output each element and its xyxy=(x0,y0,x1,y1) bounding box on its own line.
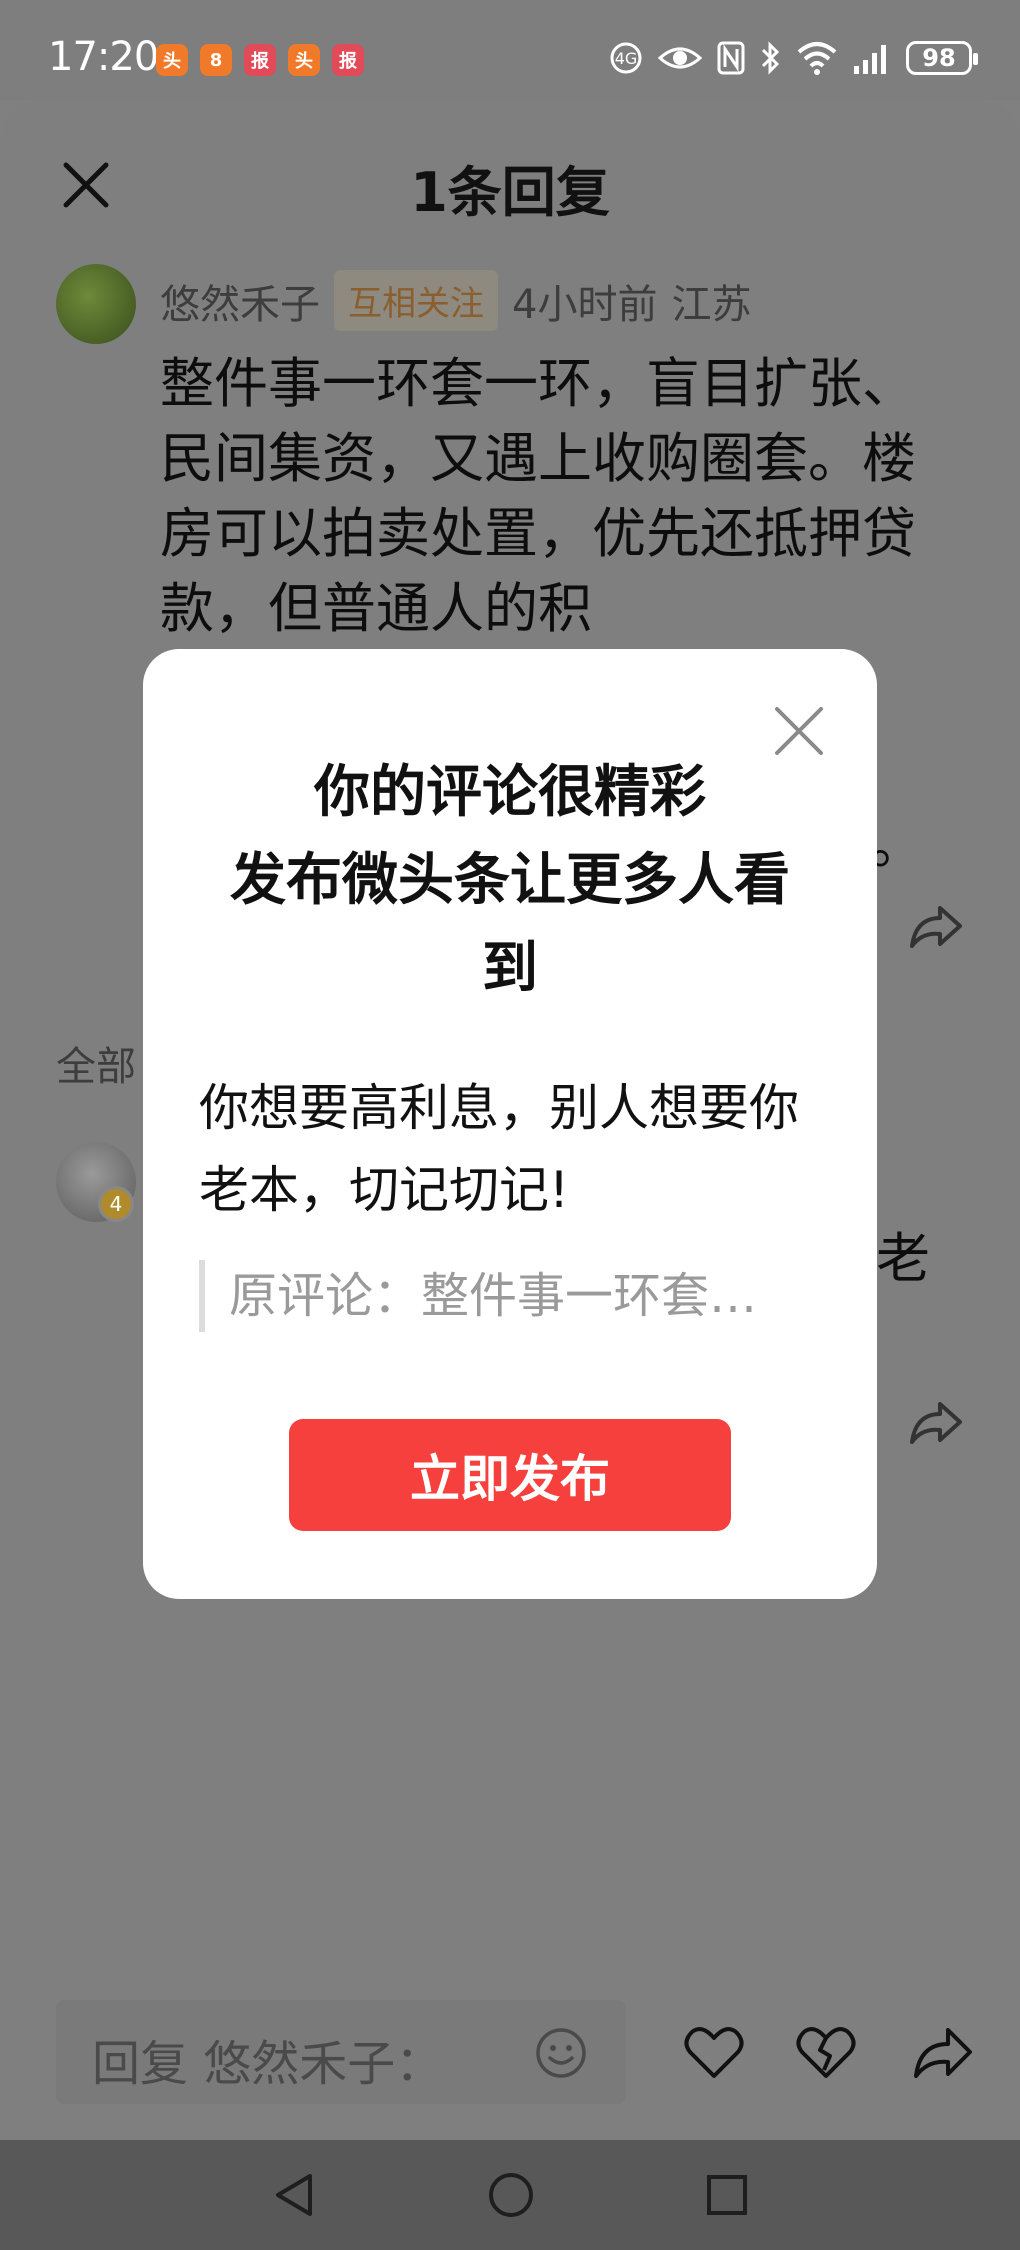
page-title: 1条回复 xyxy=(410,161,610,224)
all-replies-label: 全部 xyxy=(56,1044,136,1090)
home-circle-icon[interactable] xyxy=(486,2170,536,2220)
reply-text-tail: 老 xyxy=(876,1227,930,1290)
comment-text-tail: 。 xyxy=(870,813,924,876)
news-app-icon: 报 xyxy=(332,44,364,76)
status-time: 17:20 xyxy=(48,34,159,80)
comment-meta: 悠然禾子 互相关注 4小时前 江苏 xyxy=(160,270,751,331)
username[interactable]: 悠然禾子 xyxy=(160,272,320,330)
share-icon[interactable] xyxy=(908,1394,964,1450)
dialog-comment-line: 老本，切记切记! xyxy=(199,1161,570,1219)
publish-now-button[interactable]: 立即发布 xyxy=(289,1419,731,1531)
level-badge-icon: 4 xyxy=(98,1186,134,1222)
battery-indicator: 98 xyxy=(906,41,978,75)
dialog-title-line: 你的评论很精彩 xyxy=(314,760,706,825)
svg-text:4G: 4G xyxy=(615,49,638,68)
broken-heart-icon[interactable] xyxy=(796,2024,856,2080)
mutual-follow-badge: 互相关注 xyxy=(334,270,498,331)
emoji-icon[interactable] xyxy=(534,2026,588,2080)
reply-input-placeholder: 回复 悠然禾子： xyxy=(92,2036,444,2092)
wifi-icon xyxy=(797,42,837,75)
system-status-icons: 4G 98 xyxy=(608,40,978,76)
share-icon[interactable] xyxy=(912,2022,974,2080)
dialog-comment-line: 你想要高利息，别人想要你 xyxy=(199,1079,799,1137)
comment-time: 4小时前 xyxy=(512,281,658,328)
eye-comfort-icon xyxy=(658,47,702,69)
avatar[interactable] xyxy=(56,264,136,344)
status-bar: 17:20 头 8 报 头 报 4G 98 xyxy=(0,0,1020,100)
toutiao-app-icon: 头 xyxy=(288,44,320,76)
bluetooth-icon xyxy=(761,41,780,75)
original-comment-quote: 原评论：整件事一环套… xyxy=(199,1260,819,1332)
share-icon[interactable] xyxy=(908,898,964,954)
dialog-comment-text: 你想要高利息，别人想要你 老本，切记切记! xyxy=(199,1067,829,1231)
dialog-title-line: 发布微头条让更多人看 xyxy=(230,848,790,913)
publish-micro-headline-dialog: 你的评论很精彩 发布微头条让更多人看 到 你想要高利息，别人想要你 老本，切记切… xyxy=(143,649,877,1599)
comment-text: 整件事一环套一环，盲目扩张、民间集资，又遇上收购圈套。楼房可以拍卖处置，优先还抵… xyxy=(160,352,916,640)
comment-location: 江苏 xyxy=(671,281,752,328)
dialog-title-line: 到 xyxy=(482,936,538,1001)
toutiao-app-icon: 头 xyxy=(156,44,188,76)
notification-icons: 头 8 报 头 报 xyxy=(156,44,364,76)
signal-icon xyxy=(854,45,886,74)
reply-input[interactable]: 回复 悠然禾子： xyxy=(56,2000,626,2104)
recent-apps-square-icon[interactable] xyxy=(702,2170,752,2220)
back-triangle-icon[interactable] xyxy=(270,2170,320,2220)
nfc-icon xyxy=(717,41,745,75)
system-nav-bar xyxy=(0,2140,1020,2250)
xiaohongshu-app-icon: 8 xyxy=(200,44,232,76)
dialog-title: 你的评论很精彩 发布微头条让更多人看 到 xyxy=(183,749,837,1013)
like-heart-icon[interactable] xyxy=(684,2024,744,2080)
data-saver-icon: 4G xyxy=(610,42,642,74)
news-app-icon: 报 xyxy=(244,44,276,76)
